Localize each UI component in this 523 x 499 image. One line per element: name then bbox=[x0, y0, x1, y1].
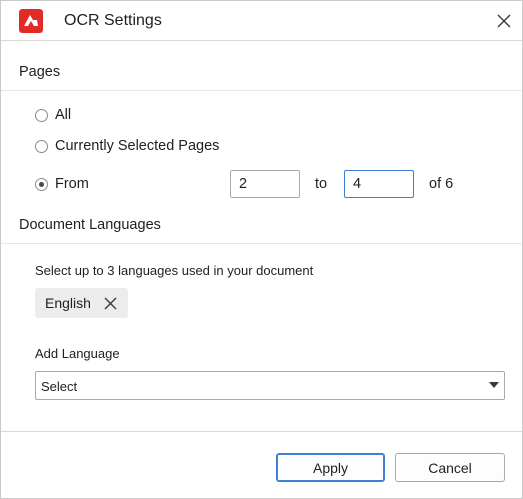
from-page-input[interactable] bbox=[230, 170, 300, 198]
radio-current-indicator[interactable] bbox=[35, 139, 48, 153]
radio-all-label: All bbox=[55, 107, 72, 123]
radio-from[interactable]: From bbox=[35, 174, 89, 194]
close-icon bbox=[104, 297, 116, 309]
radio-from-label: From bbox=[55, 176, 89, 192]
ocr-settings-dialog: OCR Settings Pages All Currently Selecte… bbox=[0, 0, 523, 499]
close-button[interactable] bbox=[492, 9, 516, 33]
remove-language-button[interactable] bbox=[101, 294, 119, 312]
to-label: to bbox=[315, 176, 328, 192]
select-value: Select bbox=[41, 379, 78, 394]
radio-all[interactable]: All bbox=[35, 105, 71, 125]
pages-section-header: Pages bbox=[1, 41, 522, 91]
languages-section-header: Document Languages bbox=[1, 206, 522, 244]
language-chip-label: English bbox=[45, 295, 91, 311]
radio-current-label: Currently Selected Pages bbox=[55, 138, 220, 154]
to-page-input[interactable] bbox=[344, 170, 414, 198]
radio-all-indicator[interactable] bbox=[35, 108, 48, 122]
apply-button[interactable]: Apply bbox=[276, 453, 385, 482]
radio-from-indicator[interactable] bbox=[35, 177, 48, 191]
language-chip-english: English bbox=[35, 288, 128, 318]
page-count-label: of 6 bbox=[429, 176, 454, 192]
add-language-select[interactable]: Select bbox=[35, 371, 505, 400]
radio-currently-selected-pages[interactable]: Currently Selected Pages bbox=[35, 136, 219, 156]
add-language-label: Add Language bbox=[35, 346, 120, 361]
dropdown-arrow-icon bbox=[489, 382, 499, 388]
close-icon bbox=[497, 14, 511, 28]
cancel-button[interactable]: Cancel bbox=[395, 453, 505, 482]
app-logo-icon bbox=[19, 9, 43, 33]
title-bar: OCR Settings bbox=[1, 1, 522, 41]
pages-header-label: Pages bbox=[19, 64, 61, 80]
dialog-title: OCR Settings bbox=[64, 12, 162, 29]
footer-divider bbox=[1, 431, 522, 432]
languages-hint: Select up to 3 languages used in your do… bbox=[35, 263, 314, 278]
languages-header-label: Document Languages bbox=[19, 217, 161, 233]
